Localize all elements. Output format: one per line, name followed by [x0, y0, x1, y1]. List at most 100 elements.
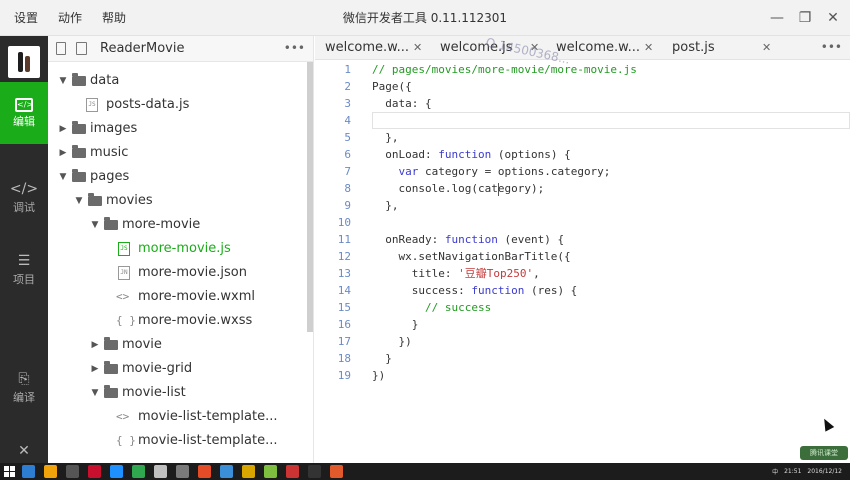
chevron-right-icon[interactable]: ▶ [58, 117, 68, 141]
taskbar-app-icon[interactable] [88, 465, 101, 478]
tray-ime[interactable]: 中 [772, 467, 778, 476]
code-token: function [444, 233, 498, 246]
tree-row-file[interactable]: { } movie-list-template... [48, 429, 313, 453]
collapse-button[interactable]: ✕ [0, 442, 48, 460]
folder-icon [72, 145, 86, 158]
code-line[interactable]: wx.setNavigationBarTitle({ [372, 248, 570, 265]
taskbar: 中 21:51 2016/12/12 [0, 463, 850, 480]
tab-label: welcome.w... [325, 40, 409, 55]
tree-row-file[interactable]: { } more-movie.wxss [48, 309, 313, 333]
tree-row-file[interactable]: <> more-movie.wxml [48, 285, 313, 309]
taskbar-app-icon[interactable] [330, 465, 343, 478]
taskbar-app-icon[interactable] [220, 465, 233, 478]
code-line[interactable]: } [372, 350, 392, 367]
tree-row-folder[interactable]: ▼ movies [48, 189, 313, 213]
activity-debug[interactable]: </> 调试 [0, 180, 48, 216]
tree-row-folder[interactable]: ▶ movie-grid [48, 357, 313, 381]
windows-start-icon[interactable] [4, 466, 15, 477]
tree-row-folder[interactable]: ▼ data [48, 69, 313, 93]
tree-row-file[interactable]: <> movie-list-template... [48, 405, 313, 429]
code-line[interactable]: onReady: function (event) { [372, 231, 564, 248]
code-line[interactable]: var category = options.category; [372, 163, 611, 180]
tree-row-label: more-movie.wxml [138, 289, 256, 304]
line-number: 18 [337, 352, 351, 365]
tree-scrollbar[interactable] [307, 62, 313, 332]
tree-row-folder[interactable]: ▼ more-movie [48, 213, 313, 237]
tree-row-folder[interactable]: ▶ music [48, 141, 313, 165]
file-icon[interactable] [56, 42, 66, 55]
taskbar-app-icon[interactable] [44, 465, 57, 478]
code-line[interactable]: }) [372, 333, 411, 350]
code-line[interactable]: console.log(category); [372, 180, 544, 197]
taskbar-app-icon[interactable] [154, 465, 167, 478]
taskbar-app-icon[interactable] [286, 465, 299, 478]
more-icon[interactable]: ••• [821, 36, 842, 58]
avatar[interactable] [8, 46, 40, 78]
chevron-right-icon[interactable]: ▶ [58, 141, 68, 165]
tab-welcome-wxss[interactable]: welcome.w... ✕ [556, 36, 666, 60]
taskbar-app-icon[interactable] [308, 465, 321, 478]
close-icon[interactable]: ✕ [826, 10, 840, 26]
code-line[interactable]: } [372, 316, 419, 333]
code-line[interactable]: onLoad: function (options) { [372, 146, 570, 163]
chevron-right-icon[interactable]: ▶ [90, 333, 100, 357]
taskbar-app-icon[interactable] [66, 465, 79, 478]
folder-outline-icon[interactable] [76, 42, 87, 55]
code-line[interactable]: data: { [372, 95, 431, 112]
code-token: }, [372, 199, 399, 212]
minimize-icon[interactable]: — [770, 10, 784, 26]
tree-row-file[interactable]: JS more-movie.js [48, 237, 313, 261]
code-line[interactable]: Page({ [372, 78, 412, 95]
chevron-down-icon[interactable]: ▼ [90, 381, 100, 405]
more-icon[interactable]: ••• [284, 36, 305, 60]
chevron-down-icon[interactable]: ▼ [58, 69, 68, 93]
code-editor[interactable]: 1 // pages/movies/more-movie/more-movie.j… [315, 60, 850, 464]
code-token: console.log(category); [372, 182, 545, 195]
activity-edit[interactable]: </> 编辑 [0, 82, 48, 144]
tree-row-folder[interactable]: ▶ movie [48, 333, 313, 357]
code-line[interactable]: // success [372, 299, 491, 316]
tree-row-folder[interactable]: ▶ images [48, 117, 313, 141]
line-number: 14 [337, 284, 351, 297]
close-icon[interactable]: ✕ [644, 36, 653, 60]
code-line[interactable]: }) [372, 367, 385, 384]
tab-welcome-wxml[interactable]: welcome.w... ✕ [325, 36, 435, 60]
taskbar-app-icon[interactable] [176, 465, 189, 478]
taskbar-app-icon[interactable] [264, 465, 277, 478]
code-token: // success [424, 301, 492, 314]
close-icon[interactable]: ✕ [762, 36, 771, 60]
tree-row-file[interactable]: JS posts-data.js [48, 93, 313, 117]
folder-icon [104, 385, 118, 398]
code-line[interactable]: // pages/movies/more-movie/more-movie.js [372, 61, 637, 78]
restore-icon[interactable]: ❐ [798, 10, 812, 26]
code-line[interactable]: }, [372, 129, 398, 146]
chevron-down-icon[interactable]: ▼ [58, 165, 68, 189]
chevron-down-icon[interactable]: ▼ [90, 213, 100, 237]
tree-row-folder[interactable]: ▼ pages [48, 165, 313, 189]
logo-overlay: 腾讯课堂 [800, 446, 848, 460]
taskbar-app-icon[interactable] [242, 465, 255, 478]
taskbar-app-icon[interactable] [22, 465, 35, 478]
chevron-down-icon[interactable]: ▼ [74, 189, 84, 213]
close-icon[interactable]: ✕ [413, 36, 422, 60]
file-type-icon: JN [118, 266, 130, 280]
tree-row-folder[interactable]: ▼ movie-list [48, 381, 313, 405]
folder-icon [72, 169, 86, 182]
tab-label: post.js [672, 40, 715, 55]
chevron-right-icon[interactable]: ▶ [90, 357, 100, 381]
code-token: Page({ [372, 80, 412, 93]
code-line[interactable]: }, [372, 197, 399, 214]
tree-row-file[interactable]: JN more-movie.json [48, 261, 313, 285]
tab-post-js[interactable]: post.js ✕ [672, 36, 782, 60]
line-number: 6 [344, 148, 351, 161]
tree-row-label: posts-data.js [106, 97, 190, 112]
activity-project[interactable]: ☰ 项目 [0, 252, 48, 288]
taskbar-app-icon[interactable] [132, 465, 145, 478]
line-number: 4 [344, 114, 351, 127]
code-line[interactable]: success: function (res) { [372, 282, 578, 299]
taskbar-app-icon[interactable] [110, 465, 123, 478]
taskbar-app-icon[interactable] [198, 465, 211, 478]
app-title: 微信开发者工具 0.11.112301 [342, 11, 508, 25]
code-line[interactable]: title: '豆瓣Top250', [372, 265, 540, 282]
activity-compile[interactable]: ⎘ 编译 [0, 370, 48, 406]
